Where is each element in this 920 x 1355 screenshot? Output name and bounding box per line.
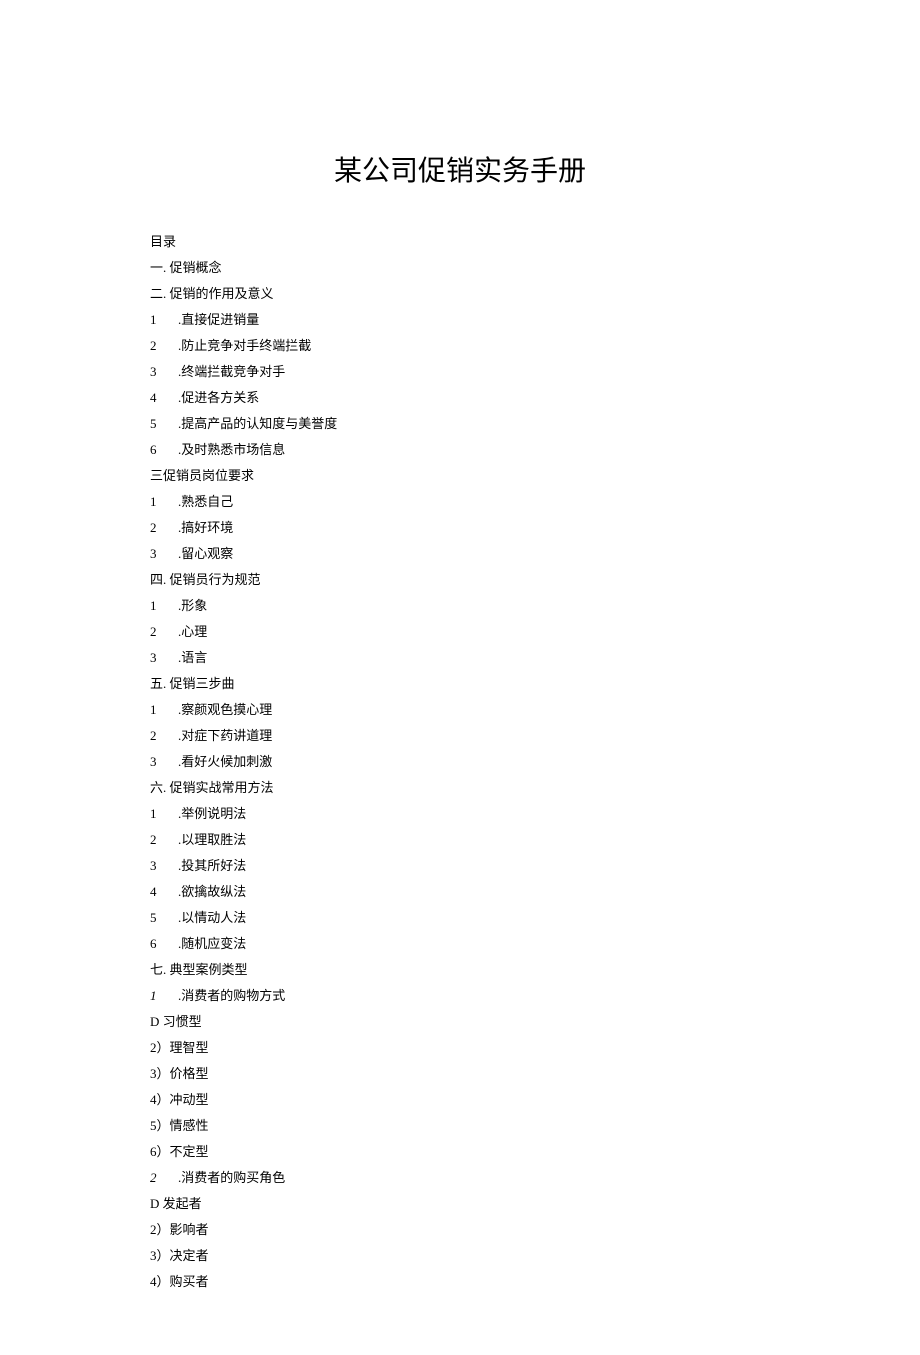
toc-number: 1 (150, 593, 164, 619)
toc-line: 3）决定者 (150, 1243, 770, 1269)
toc-line: 1 .察颜观色摸心理 (150, 697, 770, 723)
toc-line: 二. 促销的作用及意义 (150, 281, 770, 307)
toc-line: 七. 典型案例类型 (150, 957, 770, 983)
toc-line: 2 .对症下药讲道理 (150, 723, 770, 749)
toc-text: .形象 (178, 593, 207, 619)
document-page: 某公司促销实务手册 目录一. 促销概念二. 促销的作用及意义1.直接促进销量2.… (0, 0, 920, 1355)
toc-number: 4 (150, 879, 164, 905)
toc-number: 6 (150, 931, 164, 957)
toc-line: 2）影响者 (150, 1217, 770, 1243)
toc-line: 1 .熟悉自己 (150, 489, 770, 515)
document-title: 某公司促销实务手册 (150, 149, 770, 189)
toc-number: 1 (150, 801, 164, 827)
toc-text: .及时熟悉市场信息 (178, 437, 285, 463)
toc-text: .熟悉自己 (178, 489, 233, 515)
toc-line: 1 .直接促进销量 (150, 307, 770, 333)
toc-line: 6）不定型 (150, 1139, 770, 1165)
toc-number: 2 (150, 333, 164, 359)
toc-line: 3 .留心观察 (150, 541, 770, 567)
toc-text: .以情动人法 (178, 905, 246, 931)
toc-line: 3 .投其所好法 (150, 853, 770, 879)
table-of-contents: 目录一. 促销概念二. 促销的作用及意义1.直接促进销量2.防止竞争对手终端拦截… (150, 229, 770, 1295)
toc-text: .防止竞争对手终端拦截 (178, 333, 311, 359)
toc-line: 4）冲动型 (150, 1087, 770, 1113)
toc-line: 三促销员岗位要求 (150, 463, 770, 489)
toc-line: 3 .语言 (150, 645, 770, 671)
toc-line: 3 .看好火候加刺激 (150, 749, 770, 775)
toc-text: .举例说明法 (178, 801, 246, 827)
toc-line: 一. 促销概念 (150, 255, 770, 281)
toc-text: .投其所好法 (178, 853, 246, 879)
toc-line: 目录 (150, 229, 770, 255)
toc-text: .看好火候加刺激 (178, 749, 272, 775)
toc-text: .随机应变法 (178, 931, 246, 957)
toc-line: 5 .以情动人法 (150, 905, 770, 931)
toc-line: 2）理智型 (150, 1035, 770, 1061)
toc-text: .留心观察 (178, 541, 233, 567)
toc-number: 1 (150, 307, 164, 333)
toc-number: 3 (150, 359, 164, 385)
toc-line: 五. 促销三步曲 (150, 671, 770, 697)
toc-number: 1 (150, 489, 164, 515)
toc-line: 4）购买者 (150, 1269, 770, 1295)
toc-line: 6 .随机应变法 (150, 931, 770, 957)
toc-line: 六. 促销实战常用方法 (150, 775, 770, 801)
toc-number: 3 (150, 749, 164, 775)
toc-line: 5）情感性 (150, 1113, 770, 1139)
toc-number: 4 (150, 385, 164, 411)
toc-number: 2 (150, 723, 164, 749)
toc-line: 2 .防止竞争对手终端拦截 (150, 333, 770, 359)
toc-text: .促进各方关系 (178, 385, 259, 411)
toc-text: .终端拦截竞争对手 (178, 359, 285, 385)
toc-line: 6 .及时熟悉市场信息 (150, 437, 770, 463)
toc-line: 3 .终端拦截竞争对手 (150, 359, 770, 385)
toc-number: 1 (150, 697, 164, 723)
toc-text: .消费者的购买角色 (178, 1165, 285, 1191)
toc-text: .察颜观色摸心理 (178, 697, 272, 723)
toc-number: 1 (150, 983, 164, 1009)
toc-number: 3 (150, 853, 164, 879)
toc-number: 5 (150, 411, 164, 437)
toc-line: 1 .形象 (150, 593, 770, 619)
toc-line: 2 .以理取胜法 (150, 827, 770, 853)
toc-line: 2 .搞好环境 (150, 515, 770, 541)
toc-number: 2 (150, 1165, 164, 1191)
toc-text: .消费者的购物方式 (178, 983, 285, 1009)
toc-text: .提高产品的认知度与美誉度 (178, 411, 337, 437)
toc-number: 6 (150, 437, 164, 463)
toc-line: 4 .欲擒故纵法 (150, 879, 770, 905)
toc-text: .语言 (178, 645, 207, 671)
toc-number: 3 (150, 541, 164, 567)
toc-line: 1 .举例说明法 (150, 801, 770, 827)
toc-number: 5 (150, 905, 164, 931)
toc-line: D 习惯型 (150, 1009, 770, 1035)
toc-number: 2 (150, 827, 164, 853)
toc-text: .以理取胜法 (178, 827, 246, 853)
toc-line: 2 .心理 (150, 619, 770, 645)
toc-line: 3）价格型 (150, 1061, 770, 1087)
toc-line: 2 .消费者的购买角色 (150, 1165, 770, 1191)
toc-text: .对症下药讲道理 (178, 723, 272, 749)
toc-text: .欲擒故纵法 (178, 879, 246, 905)
toc-line: 4 .促进各方关系 (150, 385, 770, 411)
toc-line: 1 .消费者的购物方式 (150, 983, 770, 1009)
toc-line: D 发起者 (150, 1191, 770, 1217)
toc-number: 2 (150, 619, 164, 645)
toc-number: 3 (150, 645, 164, 671)
toc-text: .直接促进销量 (178, 307, 259, 333)
toc-line: 四. 促销员行为规范 (150, 567, 770, 593)
toc-number: 2 (150, 515, 164, 541)
toc-text: .心理 (178, 619, 207, 645)
toc-text: .搞好环境 (178, 515, 233, 541)
toc-line: 5 .提高产品的认知度与美誉度 (150, 411, 770, 437)
